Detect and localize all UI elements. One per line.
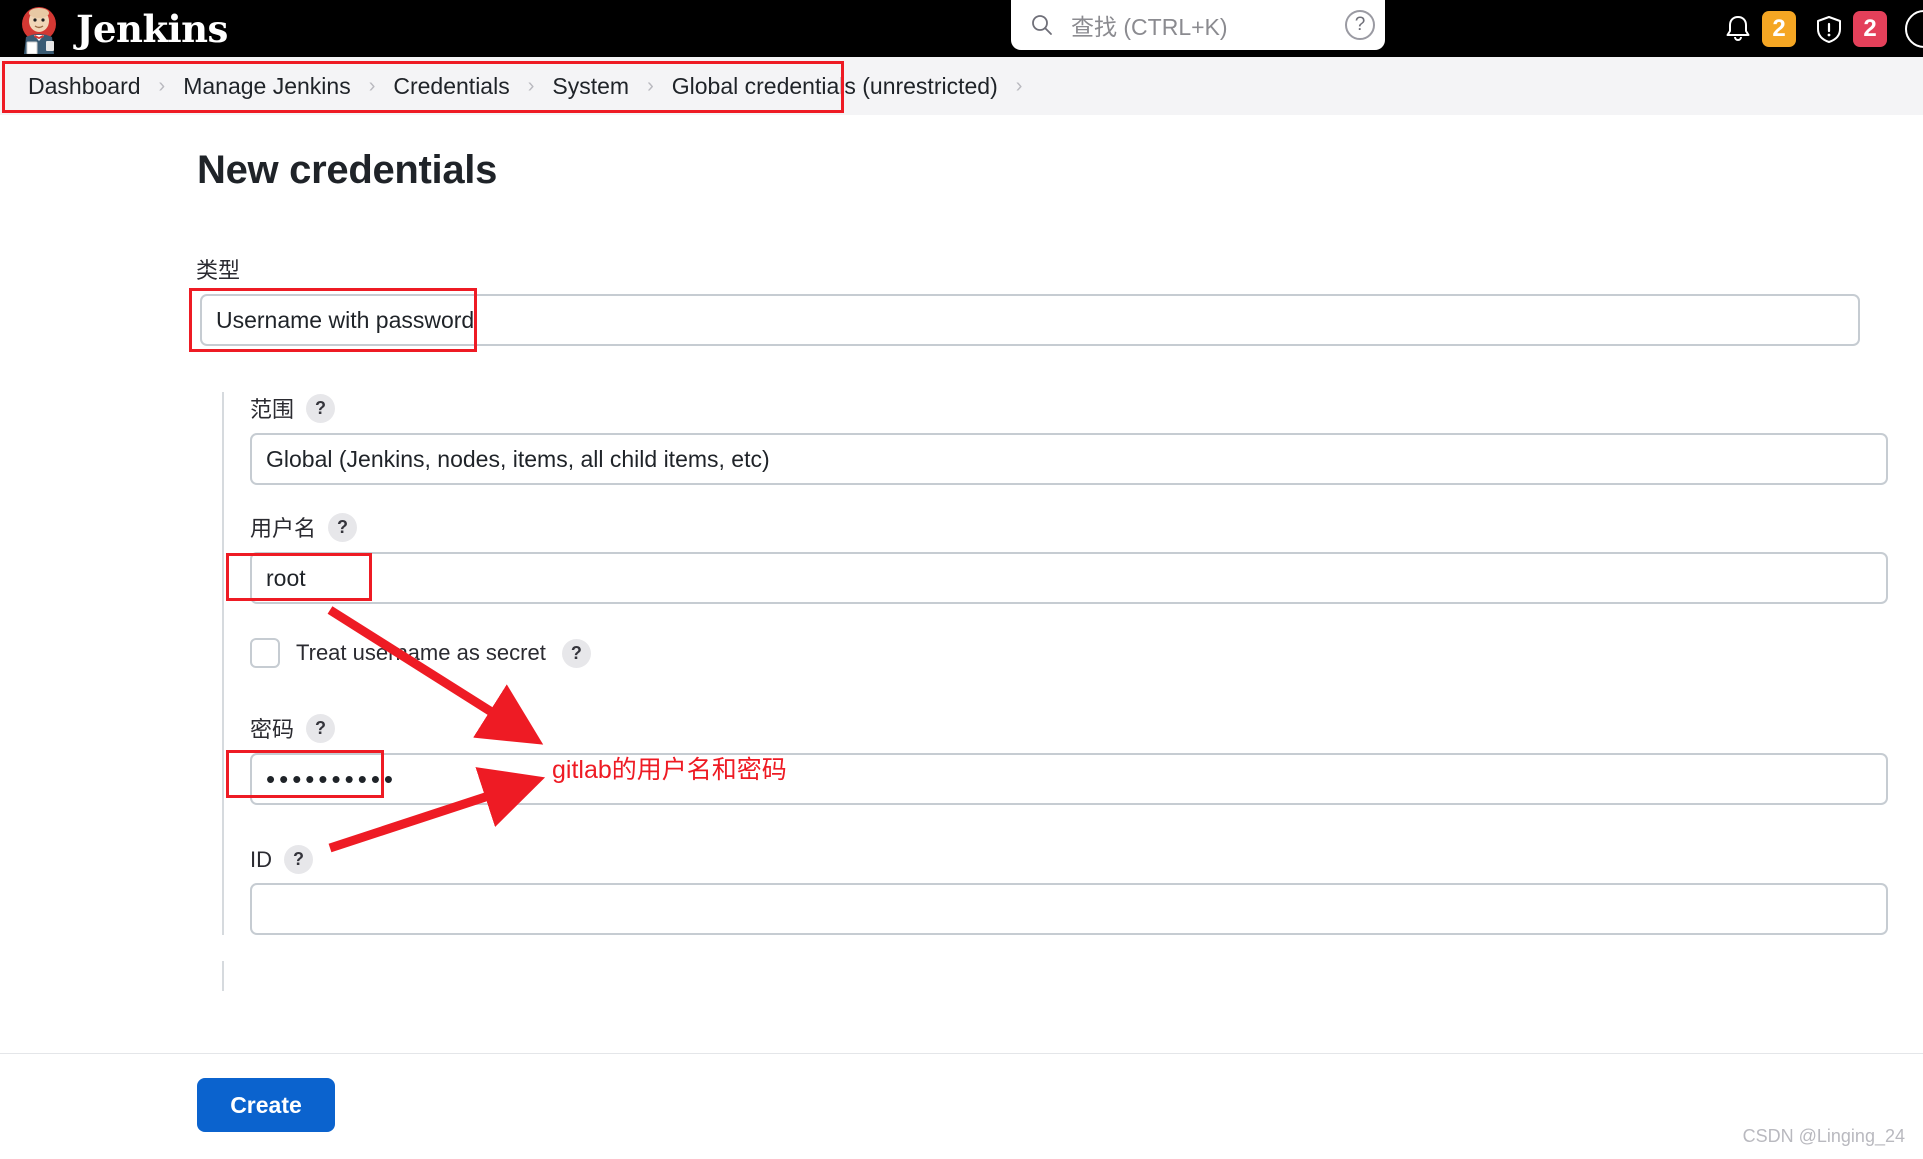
- user-avatar-icon[interactable]: [1905, 9, 1923, 48]
- password-input[interactable]: ••••••••••: [250, 753, 1888, 805]
- brand-title: Jenkins: [76, 6, 228, 51]
- page-title: New credentials: [197, 148, 498, 192]
- password-help-icon[interactable]: ?: [306, 713, 336, 743]
- breadcrumb-bar: Dashboard › Manage Jenkins › Credentials…: [0, 57, 1923, 115]
- brand-home-link[interactable]: Jenkins: [0, 4, 228, 54]
- breadcrumb-item-dashboard[interactable]: Dashboard: [22, 73, 147, 100]
- bell-icon[interactable]: [1723, 13, 1753, 45]
- chevron-right-icon: ›: [527, 74, 535, 97]
- scope-value: Global (Jenkins, nodes, items, all child…: [266, 445, 770, 472]
- username-field-label: 用户名 ?: [250, 511, 1923, 543]
- username-label-text: 用户名: [250, 516, 317, 541]
- treat-username-as-secret-row[interactable]: Treat username as secret ?: [250, 638, 1923, 668]
- type-select-row: Username with password: [0, 288, 1923, 352]
- credential-type-value: Username with password: [216, 306, 475, 333]
- jenkins-butler-logo-icon: [16, 4, 62, 54]
- chevron-right-icon: ›: [1015, 74, 1023, 97]
- scope-label-text: 范围: [250, 397, 295, 422]
- security-count-badge[interactable]: 2: [1853, 10, 1887, 47]
- treat-username-as-secret-label: Treat username as secret: [296, 640, 546, 665]
- password-value: ••••••••••: [266, 763, 398, 794]
- breadcrumb-item-manage-jenkins[interactable]: Manage Jenkins: [177, 73, 357, 100]
- scope-select[interactable]: Global (Jenkins, nodes, items, all child…: [250, 433, 1888, 485]
- id-row: ID ?: [250, 845, 1923, 935]
- form-footer: Create CSDN @Linging_24: [0, 1053, 1923, 1159]
- password-field-label: 密码 ?: [250, 712, 1923, 744]
- type-field-label: 类型: [196, 253, 1923, 285]
- breadcrumb-item-system[interactable]: System: [546, 73, 635, 100]
- shield-exclamation-icon[interactable]: [1814, 13, 1844, 45]
- chevron-right-icon: ›: [158, 74, 166, 97]
- scope-help-icon[interactable]: ?: [306, 393, 336, 423]
- search-icon: [1031, 14, 1053, 36]
- chevron-right-icon: ›: [368, 74, 376, 97]
- treat-username-as-secret-help-icon[interactable]: ?: [561, 638, 591, 668]
- username-input[interactable]: root: [250, 552, 1888, 604]
- id-field-label: ID ?: [250, 845, 1923, 874]
- global-search-box[interactable]: 查找 (CTRL+K) ?: [1011, 0, 1385, 50]
- treat-username-as-secret-checkbox[interactable]: [250, 638, 280, 668]
- scope-row: 范围 ? Global (Jenkins, nodes, items, all …: [250, 392, 1923, 485]
- breadcrumb-item-credentials[interactable]: Credentials: [387, 73, 515, 100]
- search-input-placeholder[interactable]: 查找 (CTRL+K): [1071, 8, 1345, 42]
- breadcrumb-item-global-credentials[interactable]: Global credentials (unrestricted): [666, 73, 1004, 100]
- username-row: 用户名 ? root: [226, 511, 1923, 604]
- password-label-text: 密码: [250, 717, 295, 742]
- username-help-icon[interactable]: ?: [328, 512, 358, 542]
- id-label-text: ID: [250, 846, 272, 872]
- breadcrumb: Dashboard › Manage Jenkins › Credentials…: [0, 73, 1034, 100]
- search-help-icon[interactable]: ?: [1345, 10, 1375, 40]
- id-input[interactable]: [250, 883, 1888, 935]
- credential-type-select[interactable]: Username with password: [200, 294, 1860, 346]
- watermark: CSDN @Linging_24: [1742, 1126, 1905, 1146]
- scope-field-label: 范围 ?: [250, 392, 1923, 424]
- header-actions: 2 2: [1723, 0, 1923, 57]
- app-header: Jenkins 查找 (CTRL+K) ? 2 2: [0, 0, 1923, 57]
- chevron-right-icon: ›: [647, 74, 654, 97]
- notification-count-badge[interactable]: 2: [1762, 10, 1796, 47]
- credential-subform: 范围 ? Global (Jenkins, nodes, items, all …: [222, 392, 1923, 935]
- main-content: New credentials 类型 Username with passwor…: [0, 115, 1923, 991]
- id-help-icon[interactable]: ?: [284, 845, 313, 874]
- description-row-cutoff: [222, 961, 1923, 991]
- password-row: 密码 ? ••••••••••: [226, 712, 1923, 805]
- type-label-text: 类型: [196, 258, 241, 283]
- create-button[interactable]: Create: [197, 1078, 335, 1132]
- username-value: root: [266, 564, 306, 591]
